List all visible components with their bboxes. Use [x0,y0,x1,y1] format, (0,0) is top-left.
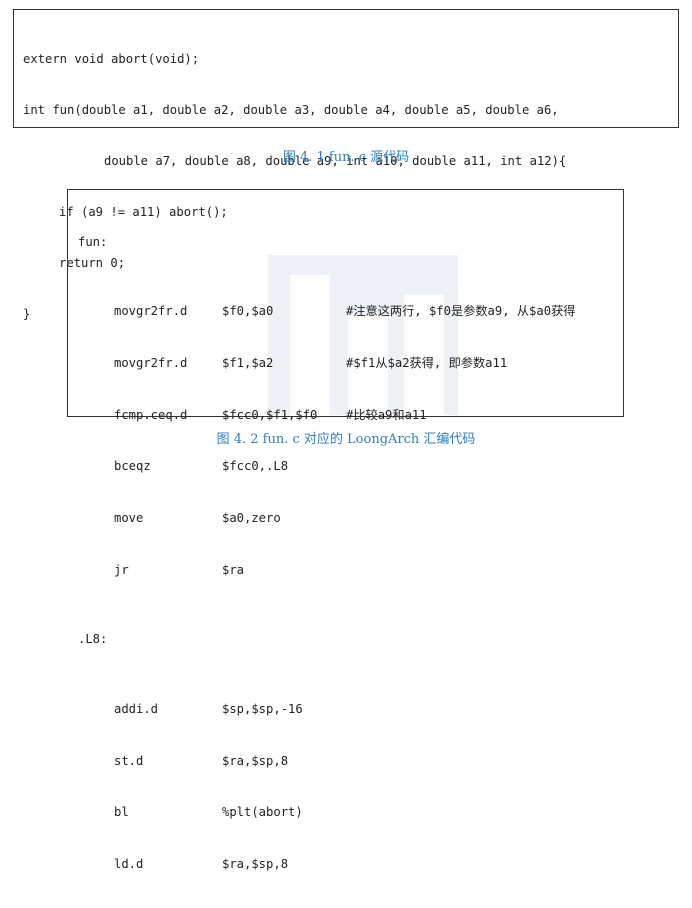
assembly-code-box: fun: movgr2fr.d $f0,$a0 #注意这两行, $f0是参数a9, … [67,189,624,871]
asm-line: move $a0,zero [78,510,633,527]
asm-op: move [114,511,144,526]
assembly-code: fun: movgr2fr.d $f0,$a0 #注意这两行, $f0是参数a9, … [68,190,633,908]
asm-args: $a0,zero [222,511,281,526]
asm-args: $f0,$a0 [222,303,274,318]
asm-comment: #注意这两行, $f0是参数a9, 从$a0获得 [346,303,576,318]
asm-args: $f1,$a2 [222,355,274,370]
asm-line: fcmp.ceq.d $fcc0,$f1,$f0 #比较a9和a11 [78,407,633,424]
asm-line: bceqz $fcc0,.L8 [78,458,633,475]
asm-args: $ra,$sp,8 [222,857,289,872]
asm-args: %plt(abort) [222,805,303,820]
label-line: .L8: [78,632,108,647]
asm-line: movgr2fr.d $f0,$a0 #注意这两行, $f0是参数a9, 从$a0获… [78,303,633,320]
asm-args: $fcc0,.L8 [222,459,289,474]
asm-op: movgr2fr.d [114,355,188,370]
asm-line: bl %plt(abort) [78,804,633,821]
asm-comment: #比较a9和a11 [346,407,427,422]
asm-args: $ra [222,563,245,578]
asm-line: ld.d $ra,$sp,8 [78,856,633,873]
label-line: fun: [78,234,108,249]
asm-op: fcmp.ceq.d [114,407,188,422]
asm-args: $fcc0,$f1,$f0 [222,407,318,422]
asm-comment: #$f1从$a2获得, 即参数a11 [346,355,508,370]
asm-op: bl [114,805,129,820]
asm-args: $sp,$sp,-16 [222,701,303,716]
asm-line: addi.d $sp,$sp,-16 [78,701,633,718]
code-line: int fun(double a1, double a2, double a3,… [23,103,559,117]
asm-line: jr $ra [78,562,633,579]
asm-op: ld.d [114,857,144,872]
asm-op: jr [114,563,129,578]
asm-line: st.d $ra,$sp,8 [78,753,633,770]
figure-caption-1: 图 4. 1 fun. c 源代码 [282,150,410,165]
asm-op: bceqz [114,459,151,474]
asm-line: movgr2fr.d $f1,$a2 #$f1从$a2获得, 即参数a11 [78,355,633,372]
source-code-box: extern void abort(void); int fun(double … [13,9,679,321]
asm-op: st.d [114,753,144,768]
asm-op: movgr2fr.d [114,303,188,318]
asm-args: $ra,$sp,8 [222,753,289,768]
code-line: extern void abort(void); [23,52,200,66]
asm-op: addi.d [114,701,159,716]
figure-caption-2: 图 4. 2 fun. c 对应的 LoongArch 汇编代码 [216,432,476,447]
